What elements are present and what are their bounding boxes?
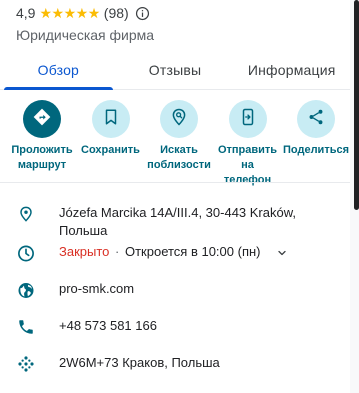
website-link[interactable]: pro-smk.com <box>59 280 134 298</box>
website-row[interactable]: pro-smk.com <box>0 280 350 317</box>
save-label: Сохранить <box>81 144 140 156</box>
share-icon <box>307 108 325 131</box>
info-icon[interactable] <box>135 6 150 21</box>
action-bar: Проложить маршрут Сохранить Искать побли… <box>11 100 350 188</box>
review-count-link[interactable]: (98) <box>104 5 129 21</box>
hours-row[interactable]: Закрыто · Откроется в 10:00 (пн) <box>0 243 350 280</box>
tab-reviews[interactable]: Отзывы <box>117 50 234 89</box>
phone-number[interactable]: +48 573 581 166 <box>59 317 157 335</box>
star-icon: ★ <box>63 5 77 21</box>
directions-icon <box>32 107 52 132</box>
directions-label: Проложить маршрут <box>11 144 73 171</box>
star-icon: ★ <box>87 5 101 21</box>
plus-code-text: 2W6M+73 Краков, Польша <box>59 355 220 370</box>
clock-icon <box>17 243 35 263</box>
tab-bar: Обзор Отзывы Информация <box>0 50 350 90</box>
star-icon: ★ <box>75 5 89 21</box>
plus-code-icon <box>17 354 35 374</box>
tab-about[interactable]: Информация <box>233 50 350 89</box>
rating-value: 4,9 <box>16 5 36 21</box>
rating-stars: ★ ★ ★ ★ ★ <box>39 5 101 21</box>
details-list: Józefa Marcika 14A/III.4, 30-443 Kraków,… <box>0 196 350 391</box>
hours-text: Закрыто · Откроется в 10:00 (пн) <box>59 243 288 261</box>
directions-button[interactable]: Проложить маршрут <box>11 100 73 188</box>
star-icon: ★ <box>51 5 65 21</box>
action-circle <box>160 100 198 138</box>
nearby-search-icon <box>170 108 188 131</box>
location-pin-icon <box>17 204 35 224</box>
phone-icon <box>17 317 35 337</box>
send-to-phone-icon <box>239 108 257 131</box>
place-category[interactable]: Юридическая фирма <box>16 26 346 44</box>
search-nearby-button[interactable]: Искать поблизости <box>147 100 211 188</box>
hours-next-open: Откроется в 10:00 (пн) <box>124 244 261 259</box>
action-circle <box>228 100 267 138</box>
save-button[interactable]: Сохранить <box>80 100 142 188</box>
address-text: Józefa Marcika 14A/III.4, 30-443 Kraków,… <box>59 205 297 238</box>
hours-status: Закрыто <box>59 244 110 259</box>
share-label: Поделиться <box>282 144 350 156</box>
scrollbar-thumb[interactable] <box>354 0 359 210</box>
star-icon: ★ <box>39 5 52 21</box>
rating-row: 4,9 ★ ★ ★ ★ ★ (98) <box>16 4 346 22</box>
place-header: 4,9 ★ ★ ★ ★ ★ (98) Юридическая фирма <box>16 4 346 44</box>
phone-row[interactable]: +48 573 581 166 <box>0 317 350 354</box>
hours-separator: · <box>115 244 120 259</box>
action-circle <box>23 100 61 138</box>
address-row[interactable]: Józefa Marcika 14A/III.4, 30-443 Kraków,… <box>0 196 350 243</box>
chevron-down-icon[interactable] <box>276 247 288 259</box>
tab-overview[interactable]: Обзор <box>0 50 117 90</box>
globe-icon <box>17 280 35 300</box>
bookmark-icon <box>102 108 120 131</box>
plus-code-row[interactable]: 2W6M+73 Краков, Польша <box>0 354 350 391</box>
search-nearby-label: Искать поблизости <box>147 144 211 171</box>
action-circle <box>297 100 335 138</box>
section-divider <box>0 182 350 183</box>
share-button[interactable]: Поделиться <box>282 100 350 188</box>
action-circle <box>91 100 130 138</box>
send-to-phone-button[interactable]: Отправить на телефон <box>217 100 279 188</box>
